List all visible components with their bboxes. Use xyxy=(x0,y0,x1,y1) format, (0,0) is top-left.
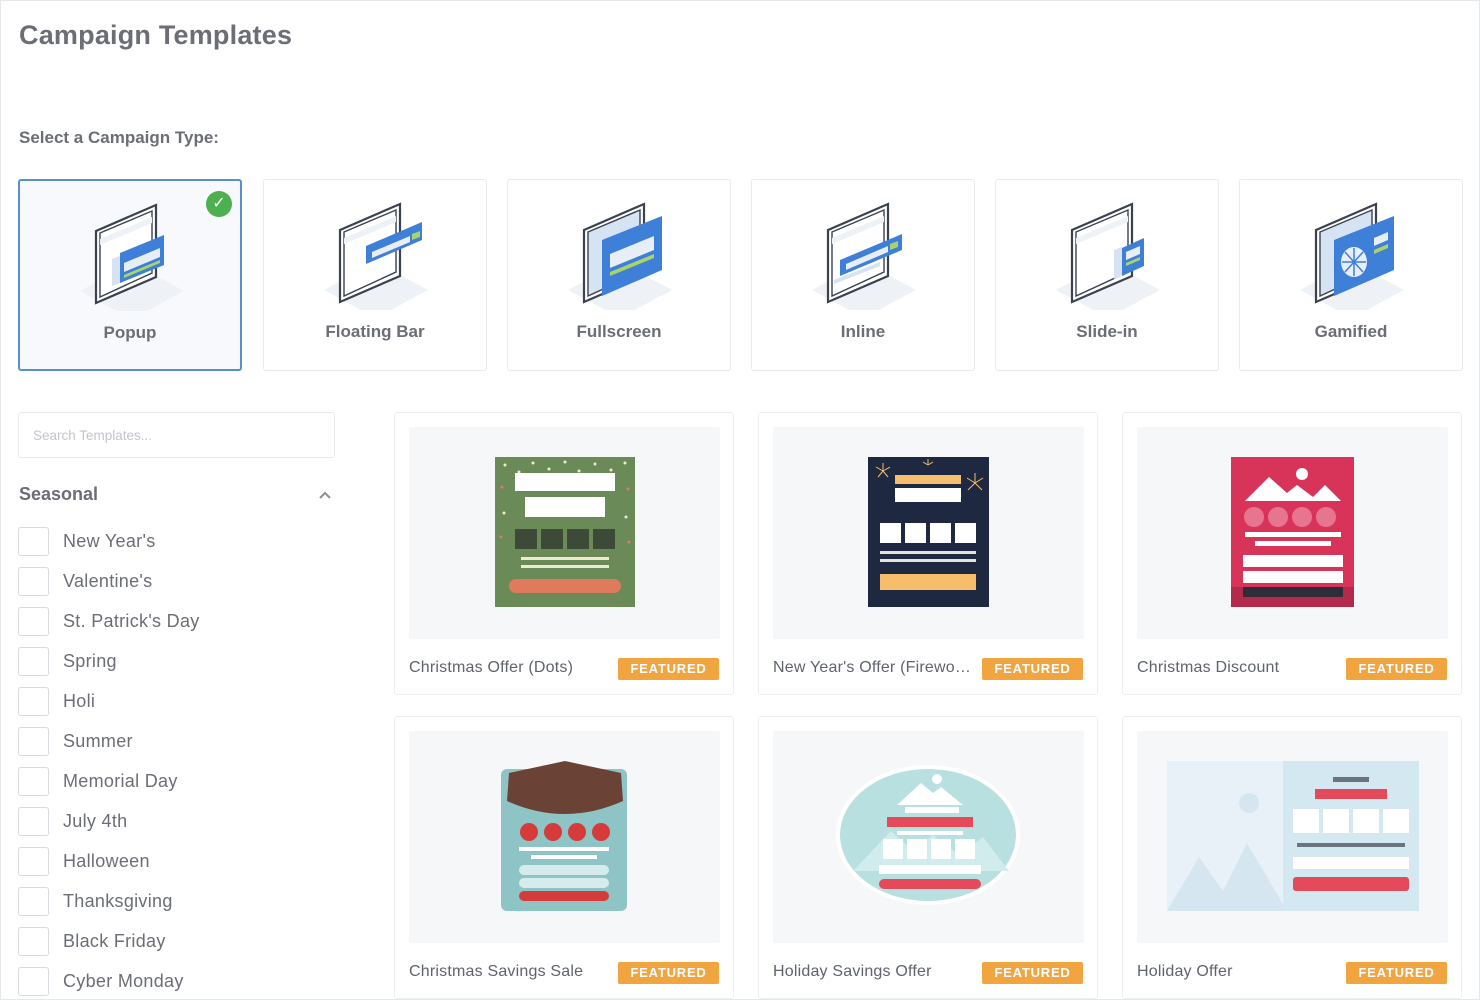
popup-icon xyxy=(80,203,184,311)
template-thumbnail xyxy=(409,427,720,639)
template-preview-image xyxy=(1167,761,1419,911)
filter-item[interactable]: Summer xyxy=(18,727,338,757)
featured-badge: FEATURED xyxy=(1346,658,1447,680)
search-input[interactable] xyxy=(18,412,335,458)
floating-bar-icon xyxy=(324,202,428,310)
template-name: Holiday Savings Offer xyxy=(773,963,932,980)
fullscreen-icon xyxy=(568,202,672,310)
template-card[interactable]: Christmas Discount FEATURED xyxy=(1122,412,1462,695)
template-card[interactable]: Christmas Offer (Dots) FEATURED xyxy=(394,412,734,695)
template-card[interactable]: Holiday Offer FEATURED xyxy=(1122,716,1462,999)
inline-icon xyxy=(812,202,916,310)
filter-checkbox[interactable] xyxy=(18,647,49,676)
template-name: New Year's Offer (Fireworks) xyxy=(773,659,973,676)
campaign-type-name: Inline xyxy=(840,322,886,341)
filter-item[interactable]: Holi xyxy=(18,687,338,717)
template-preview-image xyxy=(868,457,989,607)
campaign-type-inline[interactable]: Inline xyxy=(751,179,975,371)
featured-badge: FEATURED xyxy=(618,658,719,680)
campaign-type-label: Select a Campaign Type: xyxy=(19,128,219,147)
filter-item[interactable]: Valentine's xyxy=(18,567,338,597)
template-preview-image xyxy=(1231,457,1354,607)
filter-item[interactable]: Black Friday xyxy=(18,927,338,957)
filter-item[interactable]: Memorial Day xyxy=(18,767,338,797)
campaign-type-fullscreen[interactable]: Fullscreen xyxy=(507,179,731,371)
campaign-type-slide-in[interactable]: Slide-in xyxy=(995,179,1219,371)
filter-label: Valentine's xyxy=(63,571,153,591)
template-thumbnail xyxy=(773,731,1084,943)
filter-label: Spring xyxy=(63,651,117,671)
filter-checkbox[interactable] xyxy=(18,967,49,996)
filter-group-title: Seasonal xyxy=(19,484,99,504)
filter-item[interactable]: St. Patrick's Day xyxy=(18,607,338,637)
filter-label: Holi xyxy=(63,691,96,711)
template-preview-image xyxy=(501,761,627,911)
campaign-type-gamified[interactable]: Gamified xyxy=(1239,179,1463,371)
filter-label: Thanksgiving xyxy=(63,891,173,911)
filter-label: Black Friday xyxy=(63,931,166,951)
template-name: Holiday Offer xyxy=(1137,963,1233,980)
template-thumbnail xyxy=(1137,427,1448,639)
featured-badge: FEATURED xyxy=(618,962,719,984)
filter-item[interactable]: Halloween xyxy=(18,847,338,877)
featured-badge: FEATURED xyxy=(982,962,1083,984)
template-name: Christmas Savings Sale xyxy=(409,963,584,980)
filter-checkbox[interactable] xyxy=(18,687,49,716)
campaign-type-list: ✓ Popup Floating Bar Fullscreen Inline S… xyxy=(18,179,1463,371)
filter-item[interactable]: July 4th xyxy=(18,807,338,837)
campaign-type-name: Slide-in xyxy=(1076,322,1138,341)
filter-checkbox[interactable] xyxy=(18,767,49,796)
filter-label: July 4th xyxy=(63,811,128,831)
template-card[interactable]: Christmas Savings Sale FEATURED xyxy=(394,716,734,999)
template-preview-image xyxy=(836,765,1020,905)
template-thumbnail xyxy=(773,427,1084,639)
filter-label: Summer xyxy=(63,731,133,751)
campaign-type-name: Floating Bar xyxy=(325,322,425,341)
template-name: Christmas Offer (Dots) xyxy=(409,659,574,676)
template-preview-image xyxy=(495,457,635,607)
template-thumbnail xyxy=(409,731,720,943)
template-thumbnail xyxy=(1137,731,1448,943)
filter-item[interactable]: Spring xyxy=(18,647,338,677)
selected-check-icon: ✓ xyxy=(206,191,232,217)
filter-checkbox[interactable] xyxy=(18,727,49,756)
filter-label: Halloween xyxy=(63,851,150,871)
template-name: Christmas Discount xyxy=(1137,659,1280,676)
filter-label: Memorial Day xyxy=(63,771,178,791)
filter-checkbox[interactable] xyxy=(18,927,49,956)
filter-item[interactable]: Cyber Monday xyxy=(18,967,338,997)
campaign-type-name: Gamified xyxy=(1314,322,1388,341)
page-title: Campaign Templates xyxy=(19,20,293,50)
gamified-icon xyxy=(1300,202,1404,310)
filter-item[interactable]: Thanksgiving xyxy=(18,887,338,917)
slide-in-icon xyxy=(1056,202,1160,310)
campaign-type-popup[interactable]: ✓ Popup xyxy=(18,179,242,371)
featured-badge: FEATURED xyxy=(1346,962,1447,984)
filter-checkbox[interactable] xyxy=(18,527,49,556)
template-card[interactable]: New Year's Offer (Fireworks) FEATURED xyxy=(758,412,1098,695)
filter-checkbox[interactable] xyxy=(18,607,49,636)
filter-checkbox[interactable] xyxy=(18,847,49,876)
campaign-type-floating-bar[interactable]: Floating Bar xyxy=(263,179,487,371)
filter-checkbox[interactable] xyxy=(18,887,49,916)
template-card[interactable]: Holiday Savings Offer FEATURED xyxy=(758,716,1098,999)
filter-group-header[interactable]: Seasonal xyxy=(19,484,335,508)
filter-item[interactable]: New Year's xyxy=(18,527,338,557)
filter-label: St. Patrick's Day xyxy=(63,611,200,631)
filter-label: New Year's xyxy=(63,531,156,551)
filter-checkbox[interactable] xyxy=(18,567,49,596)
filter-checkbox[interactable] xyxy=(18,807,49,836)
featured-badge: FEATURED xyxy=(982,658,1083,680)
campaign-type-name: Popup xyxy=(103,323,157,342)
filter-label: Cyber Monday xyxy=(63,971,184,991)
campaign-type-name: Fullscreen xyxy=(576,322,662,341)
chevron-up-icon[interactable] xyxy=(318,488,332,502)
